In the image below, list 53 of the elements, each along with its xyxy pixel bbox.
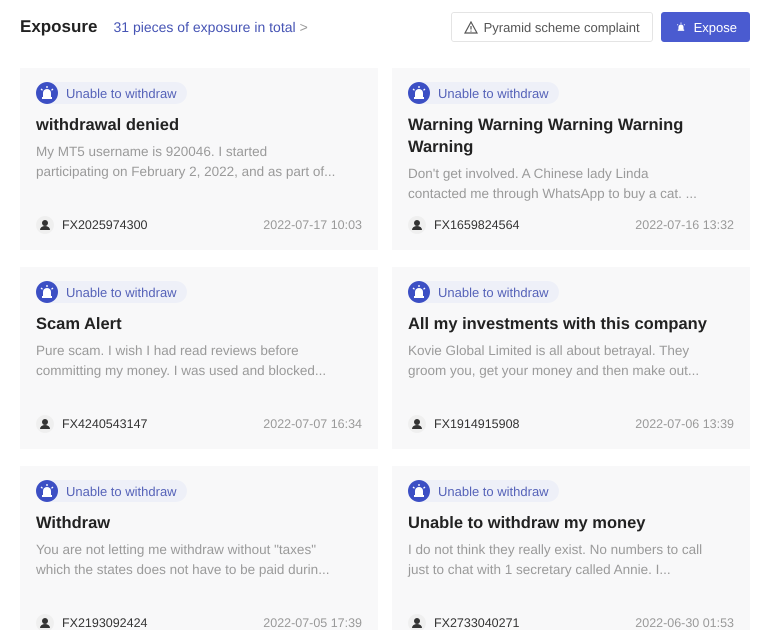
card-summary: Kovie Global Limited is all about betrayal. They groom you, get your money and then make out... — [408, 342, 700, 380]
user-icon — [36, 614, 54, 630]
post-time: 2022-07-05 17:39 — [263, 616, 362, 630]
exposure-card[interactable]: Unable to withdraw Warning Warning Warning Warning Warning Don't get involved. A Chinese lady Linda contacted me through WhatsApp to buy a cat. ... FX1659824564 2022-07-16 13:32 — [392, 68, 750, 250]
alarm-icon — [36, 82, 58, 104]
exposure-card[interactable]: Unable to withdraw Unable to withdraw my money I do not think they really exist. No numbers to call just to chat with 1 secretary called Annie. I... FX2733040271 2022-06-30 01:53 — [392, 466, 750, 630]
user-id: FX1914915908 — [434, 417, 520, 431]
card-summary: Don't get involved. A Chinese lady Linda contacted me through WhatsApp to buy a cat. ... — [408, 165, 698, 203]
warning-icon — [464, 20, 478, 34]
post-time: 2022-07-17 10:03 — [263, 218, 362, 232]
user-id: FX2733040271 — [434, 616, 520, 630]
tag-label: Unable to withdraw — [66, 484, 177, 498]
post-time: 2022-06-30 01:53 — [635, 616, 734, 630]
tag-label: Unable to withdraw — [66, 284, 177, 300]
card-title: Scam Alert — [36, 314, 123, 335]
user-icon — [408, 415, 426, 433]
user-id: FX1659824564 — [434, 218, 520, 232]
card-summary: You are not letting me withdraw without "taxes" which the states does not have to be paid durin... — [36, 541, 330, 579]
user-id: FX4240543147 — [62, 417, 148, 431]
card-title: withdrawal denied — [36, 115, 180, 136]
alarm-icon — [36, 281, 58, 303]
tag-label: Unable to withdraw — [66, 86, 177, 100]
post-time: 2022-07-16 13:32 — [635, 218, 734, 232]
user-icon — [408, 216, 426, 234]
card-summary: My MT5 username is 920046. I started participating on February 2, 2022, and as part of... — [36, 143, 336, 181]
user-id: FX2025974300 — [62, 218, 148, 232]
alarm-icon — [36, 480, 58, 502]
complaint-button[interactable]: Pyramid scheme complaint — [450, 12, 653, 42]
section-title: Exposure — [20, 17, 98, 37]
user-id: FX2193092424 — [62, 616, 148, 630]
post-time: 2022-07-06 13:39 — [635, 417, 734, 431]
tag-label: Unable to withdraw — [438, 86, 549, 100]
alarm-icon — [408, 480, 430, 502]
card-title: All my investments with this company — [408, 314, 708, 335]
card-title: Warning Warning Warning Warning Warning — [408, 115, 684, 158]
exposure-card[interactable]: Unable to withdraw Withdraw You are not letting me withdraw without "taxes" which the states does not have to be paid durin... FX2193092424 2022-07-05 17:39 — [20, 466, 378, 630]
card-summary: I do not think they really exist. No numbers to call just to chat with 1 secretary called Annie. I... — [408, 541, 704, 579]
card-summary: Pure scam. I wish I had read reviews before committing my money. I was used and blocked... — [36, 342, 328, 380]
exposure-card[interactable]: Unable to withdraw All my investments with this company Kovie Global Limited is all about betrayal. They groom you, get your money and then make out... FX1914915908 2022-07-06 13:39 — [392, 267, 750, 449]
user-icon — [36, 216, 54, 234]
alarm-icon — [408, 281, 430, 303]
exposure-count-link[interactable]: 31 pieces of exposure in total — [113, 19, 296, 35]
tag-label: Unable to withdraw — [438, 484, 549, 498]
card-title: Withdraw — [36, 513, 112, 534]
card-title: Unable to withdraw my money — [408, 513, 646, 534]
user-icon — [36, 415, 54, 433]
expose-button[interactable]: Expose — [660, 12, 750, 42]
exposure-card[interactable]: Unable to withdraw withdrawal denied My MT5 username is 920046. I started participating on February 2, 2022, and as part of... FX2025974300 2022-07-17 10:03 — [20, 68, 378, 250]
user-icon — [408, 614, 426, 630]
post-time: 2022-07-07 16:34 — [263, 417, 362, 431]
tag-label: Unable to withdraw — [438, 284, 549, 300]
alarm-icon — [408, 82, 430, 104]
exposure-card[interactable]: Unable to withdraw Scam Alert Pure scam. I wish I had read reviews before committing my money. I was used and blocked... FX4240543147 2022-07-07 16:34 — [20, 267, 378, 449]
